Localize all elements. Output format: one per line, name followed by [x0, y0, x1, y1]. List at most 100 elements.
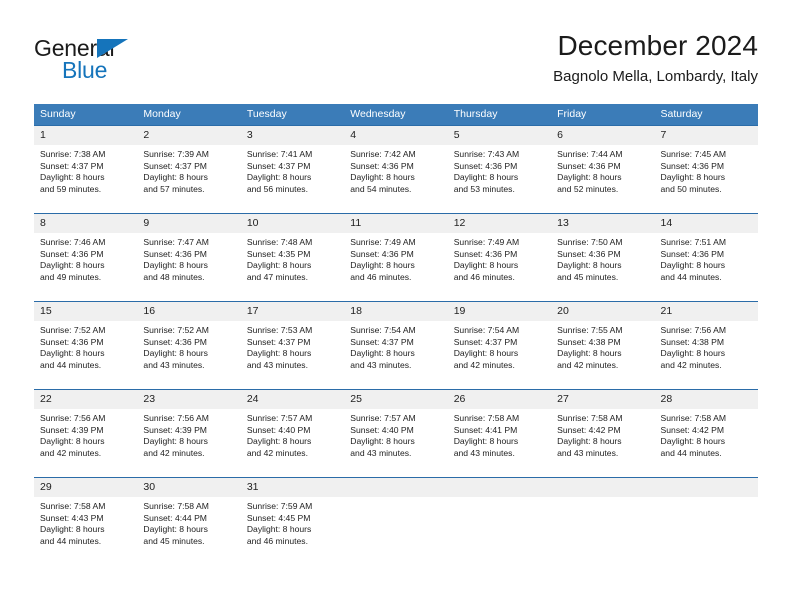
sunrise-text: Sunrise: 7:41 AM: [246, 149, 313, 159]
day-number: 12: [447, 214, 552, 233]
day-details: Sunrise: 7:44 AM Sunset: 4:36 PM Daylight:…: [551, 145, 654, 195]
calendar-day-cell[interactable]: 22 Sunrise: 7:56 AM Sunset: 4:39 PM Dayligh…: [34, 389, 138, 478]
calendar-day-cell[interactable]: 12 Sunrise: 7:49 AM Sunset: 4:36 PM Dayligh…: [447, 213, 552, 302]
calendar-day-cell[interactable]: 29 Sunrise: 7:58 AM Sunset: 4:43 PM Dayligh…: [34, 477, 138, 570]
calendar-day-cell[interactable]: 24 Sunrise: 7:57 AM Sunset: 4:40 PM Dayligh…: [240, 389, 345, 478]
day-number: 2: [137, 126, 241, 145]
generalblue-logo[interactable]: General Blue: [34, 36, 214, 92]
title-block: December 2024 Bagnolo Mella, Lombardy, I…: [553, 28, 758, 88]
daylight-text-line2: and 43 minutes.: [453, 447, 515, 458]
day-number: 11: [344, 214, 448, 233]
day-details: Sunrise: 7:56 AM Sunset: 4:39 PM Daylight:…: [137, 409, 240, 459]
calendar-day-cell[interactable]: 11 Sunrise: 7:49 AM Sunset: 4:36 PM Dayligh…: [344, 213, 448, 302]
calendar-day-cell[interactable]: 21 Sunrise: 7:56 AM Sunset: 4:38 PM Dayligh…: [654, 301, 758, 390]
day-details: Sunrise: 7:55 AM Sunset: 4:38 PM Daylight:…: [551, 321, 654, 371]
sunrise-text: Sunrise: 7:57 AM: [246, 413, 313, 423]
day-number: 28: [654, 390, 758, 409]
sunrise-text: Sunrise: 7:42 AM: [350, 149, 416, 159]
daylight-text-line1: Daylight: 8 hours: [40, 348, 105, 359]
daylight-text-line2: and 47 minutes.: [246, 271, 308, 282]
daylight-text-line1: Daylight: 8 hours: [40, 172, 105, 183]
sunrise-text: Sunrise: 7:56 AM: [660, 325, 726, 335]
sunset-text: Sunset: 4:36 PM: [40, 336, 104, 347]
day-number: 26: [447, 390, 552, 409]
calendar-day-cell[interactable]: 20 Sunrise: 7:55 AM Sunset: 4:38 PM Dayligh…: [551, 301, 655, 390]
calendar-day-cell[interactable]: 4 Sunrise: 7:42 AM Sunset: 4:36 PM Daylight…: [344, 125, 448, 214]
sunset-text: Sunset: 4:36 PM: [557, 160, 621, 171]
daylight-text-line1: Daylight: 8 hours: [660, 260, 726, 271]
daylight-text-line2: and 43 minutes.: [557, 447, 619, 458]
sunset-text: Sunset: 4:37 PM: [143, 160, 207, 171]
day-details: Sunrise: 7:58 AM Sunset: 4:44 PM Daylight:…: [137, 497, 240, 547]
day-number: 14: [654, 214, 758, 233]
calendar-day-cell[interactable]: 2 Sunrise: 7:39 AM Sunset: 4:37 PM Daylight…: [137, 125, 241, 214]
calendar-day-cell[interactable]: 3 Sunrise: 7:41 AM Sunset: 4:37 PM Daylight…: [240, 125, 345, 214]
day-number: 18: [344, 302, 448, 321]
sunrise-text: Sunrise: 7:50 AM: [557, 237, 623, 247]
calendar-head: Sunday Monday Tuesday Wednesday Thursday…: [34, 104, 758, 126]
sunset-text: Sunset: 4:41 PM: [453, 424, 518, 435]
daylight-text-line2: and 42 minutes.: [246, 447, 308, 458]
sunrise-text: Sunrise: 7:58 AM: [143, 501, 209, 511]
calendar-day-cell[interactable]: 8 Sunrise: 7:46 AM Sunset: 4:36 PM Daylight…: [34, 213, 138, 302]
sunrise-text: Sunrise: 7:49 AM: [350, 237, 416, 247]
daylight-text-line2: and 54 minutes.: [350, 183, 412, 194]
calendar-body: 1 Sunrise: 7:38 AM Sunset: 4:37 PM Daylight…: [34, 125, 758, 570]
calendar-day-cell[interactable]: 10 Sunrise: 7:48 AM Sunset: 4:35 PM Dayligh…: [240, 213, 345, 302]
calendar-day-cell[interactable]: 15 Sunrise: 7:52 AM Sunset: 4:36 PM Dayligh…: [34, 301, 138, 390]
sunrise-text: Sunrise: 7:58 AM: [557, 413, 623, 423]
calendar-day-cell[interactable]: 16 Sunrise: 7:52 AM Sunset: 4:36 PM Dayligh…: [137, 301, 241, 390]
logo-triangle-icon: [97, 39, 128, 58]
page-header: General Blue December 2024 Bagnolo Mella…: [34, 28, 758, 96]
sunset-text: Sunset: 4:38 PM: [660, 336, 725, 347]
calendar-day-cell[interactable]: 26 Sunrise: 7:58 AM Sunset: 4:41 PM Dayligh…: [447, 389, 552, 478]
sunset-text: Sunset: 4:37 PM: [453, 336, 518, 347]
calendar-day-cell[interactable]: 14 Sunrise: 7:51 AM Sunset: 4:36 PM Dayligh…: [654, 213, 758, 302]
calendar-week-row: 15 Sunrise: 7:52 AM Sunset: 4:36 PM Dayligh…: [34, 301, 758, 390]
daylight-text-line2: and 42 minutes.: [660, 359, 722, 370]
day-number: 9: [137, 214, 241, 233]
daylight-text-line1: Daylight: 8 hours: [660, 172, 726, 183]
daylight-text-line1: Daylight: 8 hours: [143, 524, 208, 535]
calendar-day-cell[interactable]: 7 Sunrise: 7:45 AM Sunset: 4:36 PM Daylight…: [654, 125, 758, 214]
sunset-text: Sunset: 4:36 PM: [350, 248, 414, 259]
day-number: 4: [344, 126, 448, 145]
sunrise-text: Sunrise: 7:52 AM: [40, 325, 106, 335]
daylight-text-line2: and 42 minutes.: [453, 359, 515, 370]
daylight-text-line2: and 44 minutes.: [40, 359, 102, 370]
day-details: Sunrise: 7:45 AM Sunset: 4:36 PM Daylight:…: [655, 145, 758, 195]
sunset-text: Sunset: 4:44 PM: [143, 512, 207, 523]
sunrise-text: Sunrise: 7:58 AM: [453, 413, 520, 423]
calendar-day-cell[interactable]: 9 Sunrise: 7:47 AM Sunset: 4:36 PM Daylight…: [137, 213, 241, 302]
calendar-day-cell[interactable]: 6 Sunrise: 7:44 AM Sunset: 4:36 PM Daylight…: [551, 125, 655, 214]
logo-text-blue: Blue: [62, 57, 108, 83]
sunrise-text: Sunrise: 7:56 AM: [143, 413, 209, 423]
daylight-text-line1: Daylight: 8 hours: [143, 260, 208, 271]
calendar-day-cell[interactable]: 27 Sunrise: 7:58 AM Sunset: 4:42 PM Dayligh…: [551, 389, 655, 478]
calendar-day-cell[interactable]: 23 Sunrise: 7:56 AM Sunset: 4:39 PM Dayligh…: [137, 389, 241, 478]
daylight-text-line1: Daylight: 8 hours: [453, 436, 519, 447]
calendar-day-cell[interactable]: 25 Sunrise: 7:57 AM Sunset: 4:40 PM Dayligh…: [344, 389, 448, 478]
daylight-text-line2: and 59 minutes.: [40, 183, 102, 194]
day-number: 22: [34, 390, 138, 409]
day-details: Sunrise: 7:42 AM Sunset: 4:36 PM Daylight:…: [344, 145, 447, 195]
daylight-text-line1: Daylight: 8 hours: [660, 348, 726, 359]
calendar-day-cell[interactable]: 30 Sunrise: 7:58 AM Sunset: 4:44 PM Dayligh…: [137, 477, 241, 570]
calendar-day-cell[interactable]: 17 Sunrise: 7:53 AM Sunset: 4:37 PM Dayligh…: [240, 301, 345, 390]
sunrise-text: Sunrise: 7:53 AM: [246, 325, 313, 335]
day-number: 29: [34, 478, 138, 497]
daylight-text-line1: Daylight: 8 hours: [246, 348, 312, 359]
sunrise-text: Sunrise: 7:59 AM: [246, 501, 313, 511]
calendar-week-row: 22 Sunrise: 7:56 AM Sunset: 4:39 PM Dayligh…: [34, 389, 758, 478]
calendar-day-cell[interactable]: 31 Sunrise: 7:59 AM Sunset: 4:45 PM Dayligh…: [240, 477, 345, 570]
daylight-text-line1: Daylight: 8 hours: [246, 524, 312, 535]
day-details: Sunrise: 7:51 AM Sunset: 4:36 PM Daylight:…: [655, 233, 758, 283]
calendar-day-cell[interactable]: 19 Sunrise: 7:54 AM Sunset: 4:37 PM Dayligh…: [447, 301, 552, 390]
sunset-text: Sunset: 4:36 PM: [453, 160, 518, 171]
calendar-day-cell[interactable]: 13 Sunrise: 7:50 AM Sunset: 4:36 PM Dayligh…: [551, 213, 655, 302]
calendar-day-cell[interactable]: 28 Sunrise: 7:58 AM Sunset: 4:42 PM Dayligh…: [654, 389, 758, 478]
calendar-day-cell[interactable]: 18 Sunrise: 7:54 AM Sunset: 4:37 PM Dayligh…: [344, 301, 448, 390]
calendar-day-cell[interactable]: 1 Sunrise: 7:38 AM Sunset: 4:37 PM Daylight…: [34, 125, 138, 214]
calendar-day-cell[interactable]: 5 Sunrise: 7:43 AM Sunset: 4:36 PM Daylight…: [447, 125, 552, 214]
daylight-text-line2: and 53 minutes.: [453, 183, 515, 194]
